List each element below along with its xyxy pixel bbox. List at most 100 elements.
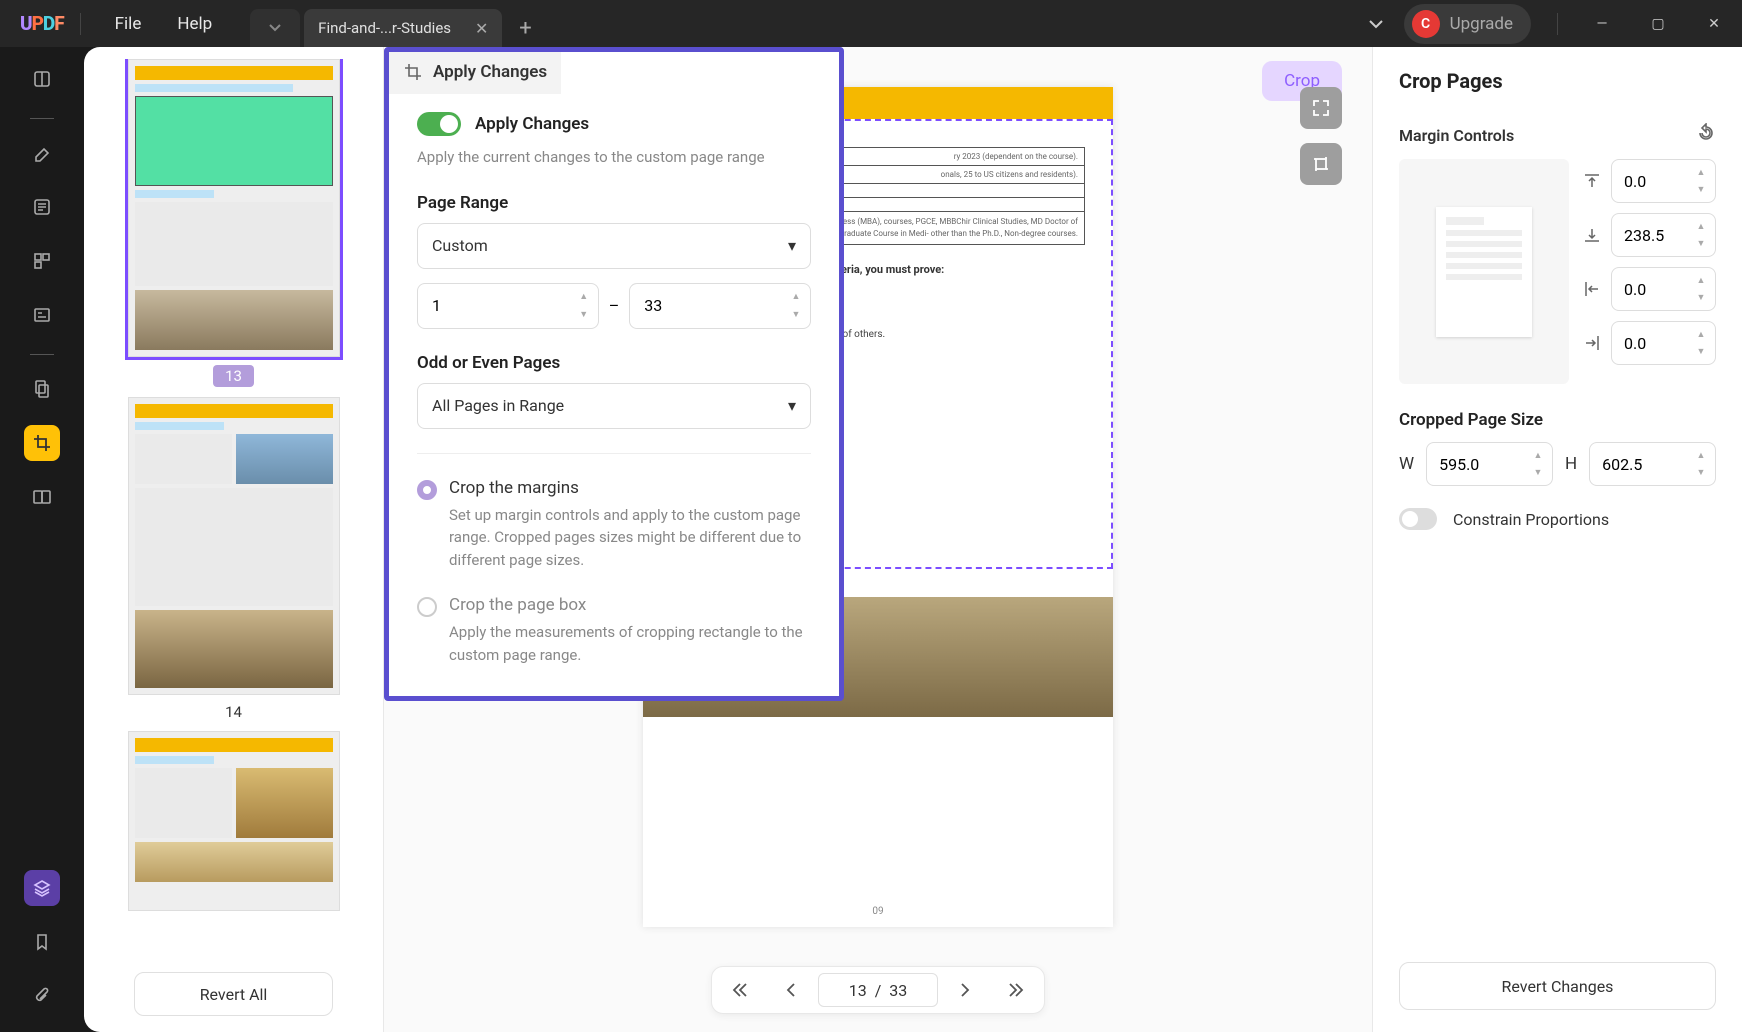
window-chevron-icon[interactable] xyxy=(1348,14,1404,33)
minimize-button[interactable]: — xyxy=(1574,0,1630,47)
rail-crop-icon[interactable] xyxy=(24,425,60,461)
rail-attachment-icon[interactable] xyxy=(24,978,60,1014)
rail-layers-icon[interactable] xyxy=(24,870,60,906)
thumb-page-number: 14 xyxy=(225,703,242,721)
odd-even-select[interactable]: All Pages in Range ▾ xyxy=(417,383,811,429)
crop-box-label: Crop the page box xyxy=(449,595,811,615)
spin-up-icon[interactable]: ▲ xyxy=(1693,272,1709,289)
menu-help[interactable]: Help xyxy=(159,14,230,34)
cropped-size-label: Cropped Page Size xyxy=(1399,410,1716,430)
height-label: H xyxy=(1565,454,1577,474)
maximize-button[interactable]: ▢ xyxy=(1630,0,1686,47)
rail-reader-icon[interactable] xyxy=(24,61,60,97)
spin-up-icon[interactable]: ▲ xyxy=(788,288,804,306)
page-range-title: Page Range xyxy=(417,193,811,213)
divider xyxy=(80,13,81,35)
odd-even-value: All Pages in Range xyxy=(432,396,564,415)
odd-even-title: Odd or Even Pages xyxy=(417,353,811,373)
next-page-icon[interactable] xyxy=(944,973,988,1007)
crop-box-desc: Apply the measurements of cropping recta… xyxy=(449,621,811,666)
first-page-icon[interactable] xyxy=(718,973,762,1007)
margin-bottom-icon xyxy=(1581,224,1603,246)
add-tab-button[interactable]: + xyxy=(506,9,544,47)
crop-margins-desc: Set up margin controls and apply to the … xyxy=(449,504,811,572)
spin-down-icon[interactable]: ▼ xyxy=(1693,181,1709,198)
apply-changes-popover: Apply Changes Apply Changes Apply the cu… xyxy=(384,47,844,701)
apply-changes-desc: Apply the current changes to the custom … xyxy=(417,146,811,169)
width-input[interactable]: 595.0▲▼ xyxy=(1426,442,1553,486)
margin-left-input[interactable]: 0.0▲▼ xyxy=(1611,267,1716,311)
revert-changes-button[interactable]: Revert Changes xyxy=(1399,962,1716,1010)
page-navigator: 13 / 33 xyxy=(711,966,1045,1014)
sidebar-title: Crop Pages xyxy=(1399,69,1716,93)
chevron-down-icon: ▾ xyxy=(788,236,796,255)
crop-box-radio[interactable]: Crop the page box Apply the measurements… xyxy=(389,595,839,666)
range-from-input[interactable]: 1 ▲▼ xyxy=(417,283,599,329)
page-thumbnail[interactable]: 14 xyxy=(128,397,340,721)
constrain-proportions-toggle[interactable] xyxy=(1399,508,1437,530)
spin-down-icon[interactable]: ▼ xyxy=(788,306,804,324)
spin-up-icon[interactable]: ▲ xyxy=(1693,447,1709,464)
tab-dropdown[interactable] xyxy=(250,9,300,47)
spin-up-icon[interactable]: ▲ xyxy=(576,288,592,306)
apply-changes-title: Apply Changes xyxy=(475,114,589,134)
chevron-down-icon: ▾ xyxy=(788,396,796,415)
divider xyxy=(1557,13,1558,35)
rail-form-icon[interactable] xyxy=(24,297,60,333)
spin-down-icon[interactable]: ▼ xyxy=(1693,464,1709,481)
rail-edit-text-icon[interactable] xyxy=(24,189,60,225)
spin-up-icon[interactable]: ▲ xyxy=(1530,447,1546,464)
spin-down-icon[interactable]: ▼ xyxy=(1530,464,1546,481)
crop-sidebar: Crop Pages Margin Controls 0.0▲▼ 238.5▲▼ xyxy=(1372,47,1742,1032)
reset-margins-icon[interactable] xyxy=(1696,123,1716,147)
rail-highlighter-icon[interactable] xyxy=(24,135,60,171)
revert-all-button[interactable]: Revert All xyxy=(134,972,333,1016)
last-page-icon[interactable] xyxy=(994,973,1038,1007)
popover-tab[interactable]: Apply Changes xyxy=(389,52,561,94)
spin-down-icon[interactable]: ▼ xyxy=(1693,235,1709,252)
spin-down-icon[interactable]: ▼ xyxy=(1693,343,1709,360)
document-tab[interactable]: Find-and-...r-Studies ✕ xyxy=(304,9,502,47)
thumbnail-panel: 13 14 xyxy=(84,47,384,1032)
page-range-value: Custom xyxy=(432,236,488,255)
prev-page-icon[interactable] xyxy=(768,973,812,1007)
range-to-input[interactable]: 33 ▲▼ xyxy=(629,283,811,329)
range-dash: – xyxy=(609,296,620,315)
tool-rail xyxy=(0,47,84,1032)
spin-up-icon[interactable]: ▲ xyxy=(1693,218,1709,235)
spin-up-icon[interactable]: ▲ xyxy=(1693,326,1709,343)
popover-tab-label: Apply Changes xyxy=(433,62,547,82)
width-label: W xyxy=(1399,454,1414,474)
upgrade-button[interactable]: C Upgrade xyxy=(1404,4,1531,44)
spin-up-icon[interactable]: ▲ xyxy=(1693,164,1709,181)
menu-file[interactable]: File xyxy=(97,14,160,34)
close-window-button[interactable]: ✕ xyxy=(1686,0,1742,47)
page-viewer: Crop ry 2023 (dependent on the course). … xyxy=(384,47,1372,1032)
page-range-select[interactable]: Custom ▾ xyxy=(417,223,811,269)
page-number-field[interactable]: 13 / 33 xyxy=(818,973,938,1007)
upgrade-label: Upgrade xyxy=(1450,14,1513,34)
margin-top-input[interactable]: 0.0▲▼ xyxy=(1611,159,1716,203)
spin-down-icon[interactable]: ▼ xyxy=(576,306,592,324)
constrain-label: Constrain Proportions xyxy=(1453,510,1609,529)
margin-left-icon xyxy=(1581,278,1603,300)
margin-controls-label: Margin Controls xyxy=(1399,126,1514,145)
rail-bookmark-icon[interactable] xyxy=(24,924,60,960)
apply-changes-toggle[interactable] xyxy=(417,112,461,136)
margin-right-input[interactable]: 0.0▲▼ xyxy=(1611,321,1716,365)
spin-down-icon[interactable]: ▼ xyxy=(1693,289,1709,306)
margin-preview xyxy=(1399,159,1569,384)
rail-ocr-icon[interactable] xyxy=(24,371,60,407)
crop-icon xyxy=(403,62,423,82)
margin-top-icon xyxy=(1581,170,1603,192)
app-logo: UPDF xyxy=(20,12,64,35)
page-thumbnail[interactable] xyxy=(128,731,340,911)
crop-margins-radio[interactable]: Crop the margins Set up margin controls … xyxy=(389,478,839,572)
rail-compare-icon[interactable] xyxy=(24,479,60,515)
page-thumbnail[interactable]: 13 xyxy=(128,59,340,387)
margin-right-icon xyxy=(1581,332,1603,354)
margin-bottom-input[interactable]: 238.5▲▼ xyxy=(1611,213,1716,257)
height-input[interactable]: 602.5▲▼ xyxy=(1589,442,1716,486)
rail-organize-icon[interactable] xyxy=(24,243,60,279)
close-tab-icon[interactable]: ✕ xyxy=(475,19,488,38)
